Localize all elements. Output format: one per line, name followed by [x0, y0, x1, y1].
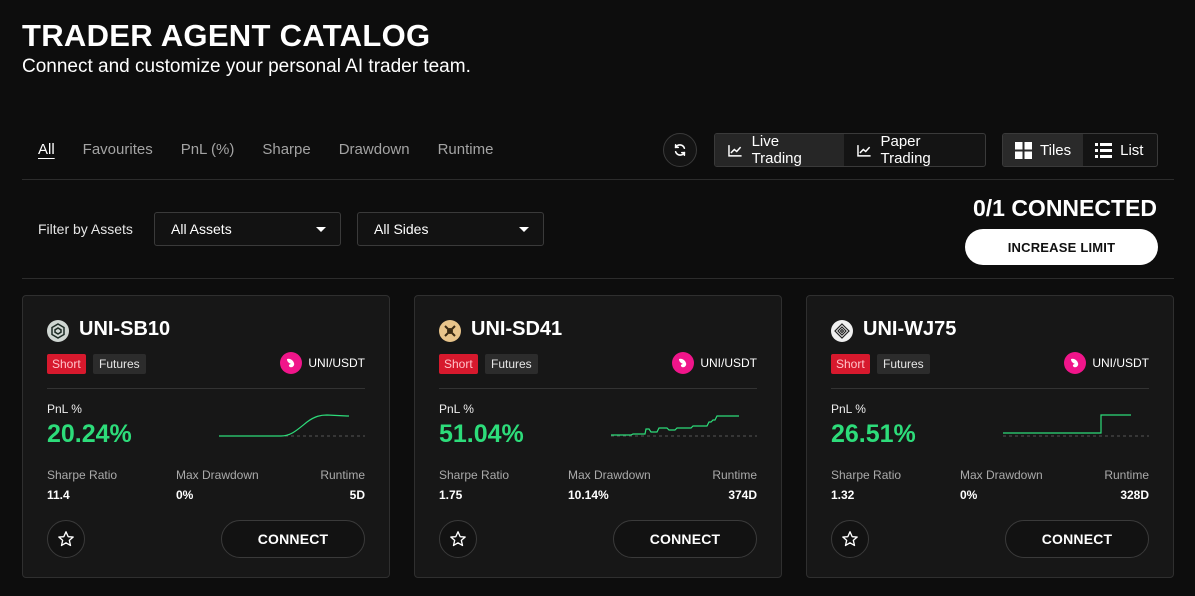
tab-all[interactable]: All	[38, 141, 55, 158]
runtime-value: 328D	[1120, 488, 1149, 502]
runtime-label: Runtime	[712, 468, 757, 482]
grid-icon	[1015, 141, 1032, 159]
drawdown-value: 0%	[176, 488, 194, 502]
agent-card: UNI-SD41 Short Futures UNI/USDT PnL % 51…	[414, 295, 782, 578]
side-badge: Short	[439, 354, 478, 374]
caret-down-icon	[316, 226, 326, 232]
paper-trading-button[interactable]: Paper Trading	[844, 134, 985, 166]
increase-limit-button[interactable]: INCREASE LIMIT	[965, 229, 1158, 265]
divider	[47, 388, 365, 389]
paper-trading-label: Paper Trading	[880, 133, 931, 167]
tab-drawdown[interactable]: Drawdown	[339, 141, 410, 158]
pnl-value: 20.24%	[47, 420, 132, 448]
sides-select[interactable]: All Sides	[357, 212, 544, 246]
connect-button[interactable]: CONNECT	[613, 520, 757, 558]
assets-select[interactable]: All Assets	[154, 212, 341, 246]
runtime-label: Runtime	[1104, 468, 1149, 482]
drawdown-value: 10.14%	[568, 488, 609, 502]
assets-select-value: All Assets	[171, 221, 232, 237]
pnl-label: PnL %	[831, 402, 866, 416]
list-view-button[interactable]: List	[1083, 134, 1155, 166]
line-chart-icon	[728, 144, 742, 157]
pair-label: UNI/USDT	[700, 356, 757, 370]
drawdown-label: Max Drawdown	[176, 468, 259, 482]
sharpe-value: 1.75	[439, 488, 463, 502]
live-trading-label: Live Trading	[751, 133, 802, 167]
runtime-label: Runtime	[320, 468, 365, 482]
pnl-label: PnL %	[439, 402, 474, 416]
page-subtitle: Connect and customize your personal AI t…	[22, 56, 471, 77]
tab-runtime[interactable]: Runtime	[438, 141, 494, 158]
market-badge: Futures	[877, 354, 930, 374]
list-label: List	[1120, 141, 1144, 159]
pnl-sparkline	[219, 414, 365, 437]
list-icon	[1095, 142, 1113, 158]
pnl-label: PnL %	[47, 402, 82, 416]
line-chart-icon	[857, 144, 871, 157]
tiles-view-button[interactable]: Tiles	[1003, 134, 1084, 166]
tab-favourites[interactable]: Favourites	[83, 141, 153, 158]
drawdown-value: 0%	[960, 488, 978, 502]
page-title: TRADER AGENT CATALOG	[22, 18, 431, 53]
agent-name: UNI-WJ75	[863, 318, 957, 340]
divider	[439, 388, 757, 389]
sort-tabs: All Favourites PnL (%) Sharpe Drawdown R…	[38, 141, 493, 158]
tab-pnl[interactable]: PnL (%)	[181, 141, 235, 158]
star-icon	[450, 531, 466, 547]
hexagon-logo-icon	[47, 320, 69, 342]
sharpe-label: Sharpe Ratio	[47, 468, 118, 482]
side-badge: Short	[831, 354, 870, 374]
diamond-logo-icon	[831, 320, 853, 342]
sharpe-value: 11.4	[47, 488, 70, 502]
divider	[831, 388, 1149, 389]
runtime-value: 5D	[349, 488, 365, 502]
agent-card: UNI-WJ75 Short Futures UNI/USDT PnL % 26…	[806, 295, 1174, 578]
tab-sharpe[interactable]: Sharpe	[262, 141, 310, 158]
uniswap-icon	[280, 352, 303, 374]
agent-name: UNI-SB10	[79, 318, 171, 340]
sharpe-label: Sharpe Ratio	[831, 468, 902, 482]
pair-label: UNI/USDT	[308, 356, 365, 370]
cross-logo-icon	[439, 320, 461, 342]
pnl-value: 51.04%	[439, 420, 524, 448]
drawdown-label: Max Drawdown	[960, 468, 1043, 482]
runtime-value: 374D	[728, 488, 757, 502]
agent-card: UNI-SB10 Short Futures UNI/USDT PnL % 20…	[22, 295, 390, 578]
divider	[22, 278, 1174, 279]
divider	[22, 179, 1174, 180]
drawdown-label: Max Drawdown	[568, 468, 651, 482]
live-trading-button[interactable]: Live Trading	[715, 134, 844, 166]
trading-pair: UNI/USDT	[1064, 352, 1149, 374]
pnl-sparkline	[611, 415, 757, 437]
sharpe-label: Sharpe Ratio	[439, 468, 510, 482]
connect-button[interactable]: CONNECT	[221, 520, 365, 558]
trading-pair: UNI/USDT	[672, 352, 757, 374]
connected-count: 0/1 CONNECTED	[972, 195, 1157, 221]
view-toggle: Tiles List	[1002, 133, 1158, 167]
uniswap-icon	[1064, 352, 1087, 374]
filter-label: Filter by Assets	[38, 221, 133, 237]
favourite-button[interactable]	[47, 520, 85, 558]
pair-label: UNI/USDT	[1092, 356, 1149, 370]
side-badge: Short	[47, 354, 86, 374]
star-icon	[58, 531, 74, 547]
tiles-label: Tiles	[1040, 141, 1072, 159]
refresh-icon	[674, 143, 686, 157]
pnl-value: 26.51%	[831, 420, 916, 448]
star-icon	[842, 531, 858, 547]
caret-down-icon	[519, 226, 529, 232]
refresh-button[interactable]	[663, 133, 697, 167]
connect-button[interactable]: CONNECT	[1005, 520, 1149, 558]
pnl-sparkline	[1003, 414, 1149, 437]
market-badge: Futures	[93, 354, 146, 374]
favourite-button[interactable]	[831, 520, 869, 558]
market-badge: Futures	[485, 354, 538, 374]
sharpe-value: 1.32	[831, 488, 855, 502]
uniswap-icon	[672, 352, 695, 374]
trading-mode-toggle: Live Trading Paper Trading	[714, 133, 986, 167]
agent-name: UNI-SD41	[471, 318, 563, 340]
favourite-button[interactable]	[439, 520, 477, 558]
sides-select-value: All Sides	[374, 221, 429, 237]
trading-pair: UNI/USDT	[280, 352, 365, 374]
